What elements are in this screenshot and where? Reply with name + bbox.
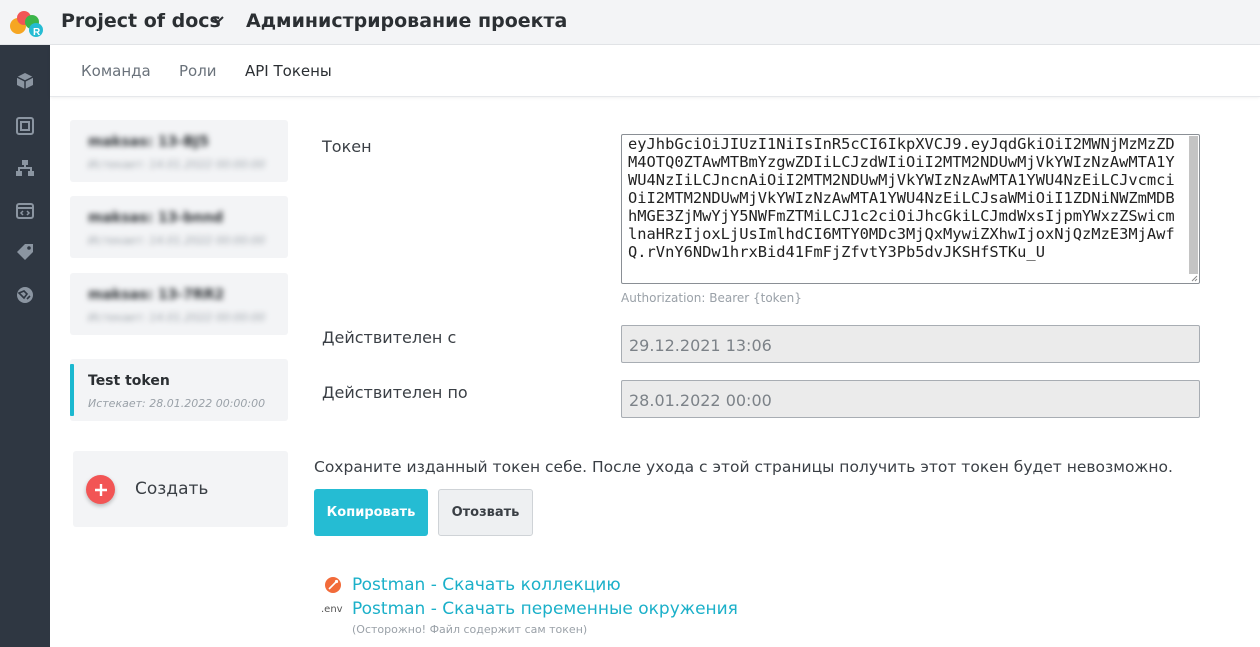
sub-navigation: Команда Роли API Токены [50,45,1260,97]
revoke-button[interactable]: Отозвать [438,489,533,536]
postman-icon [325,577,341,593]
copy-button[interactable]: Копировать [314,489,428,536]
svg-text:R: R [33,27,41,38]
page-title: Администрирование проекта [246,10,568,32]
token-expiry: Истекает: 14.01.2022 00:00:00 [88,158,266,171]
postman-collection-link[interactable]: Postman - Скачать коллекцию [352,575,621,595]
frame-icon[interactable] [14,115,36,137]
valid-from-label: Действителен с [322,328,457,347]
plus-icon [86,475,115,504]
scrollbar[interactable] [1189,136,1198,274]
token-list-item[interactable]: maksas: 13-BJ5 Истекает: 14.01.2022 00:0… [70,120,288,182]
env-warning-note: (Осторожно! Файл содержит сам токен) [352,623,588,636]
env-file-icon: .env [321,604,343,615]
token-name: maksas: 13-7RR2 [88,287,225,303]
postman-env-link[interactable]: Postman - Скачать переменные окружения [352,599,738,619]
chevron-down-icon[interactable] [210,12,226,28]
token-hint: Authorization: Bearer {token} [621,291,802,305]
token-expiry: Истекает: 14.01.2022 00:00:00 [88,234,266,247]
token-expiry: Истекает: 28.01.2022 00:00:00 [88,397,266,410]
app-logo-icon[interactable]: R [6,6,46,40]
tab-roles[interactable]: Роли [179,62,217,80]
tab-team[interactable]: Команда [81,62,151,80]
cube-icon[interactable] [14,70,36,92]
hierarchy-icon[interactable] [14,157,36,179]
resize-handle-icon[interactable] [1189,273,1198,282]
token-name: maksas: 13-BJ5 [88,134,209,150]
token-list-item-active[interactable]: Test token Истекает: 28.01.2022 00:00:00 [70,359,288,421]
top-bar: R Project of docs Администрирование прое… [0,0,1260,45]
token-label: Токен [322,137,372,156]
create-label: Создать [135,479,209,499]
valid-from-field[interactable]: 29.12.2021 13:06 [621,325,1200,363]
project-title[interactable]: Project of docs [61,10,221,32]
code-window-icon[interactable] [14,200,36,222]
token-name: maksas: 13-bnnd [88,210,224,226]
token-name: Test token [88,373,170,389]
valid-to-label: Действителен по [322,383,468,402]
token-value[interactable]: eyJhbGciOiJIUzI1NiIsInR5cCI6IkpXVCJ9.eyJ… [628,135,1181,261]
tab-api-tokens[interactable]: API Токены [245,62,332,80]
sidebar [0,45,50,647]
create-token-button[interactable]: Создать [73,451,288,527]
valid-to-field[interactable]: 28.01.2022 00:00 [621,380,1200,418]
token-textarea[interactable]: eyJhbGciOiJIUzI1NiIsInR5cCI6IkpXVCJ9.eyJ… [621,134,1200,284]
token-list-item[interactable]: maksas: 13-bnnd Истекает: 14.01.2022 00:… [70,196,288,258]
token-list-item[interactable]: maksas: 13-7RR2 Истекает: 14.01.2022 00:… [70,273,288,335]
save-warning: Сохраните изданный токен себе. После ухо… [314,458,1173,476]
token-expiry: Истекает: 14.01.2022 00:00:00 [88,311,266,324]
tag-icon[interactable] [14,241,36,263]
settings-globe-icon[interactable] [14,284,36,306]
